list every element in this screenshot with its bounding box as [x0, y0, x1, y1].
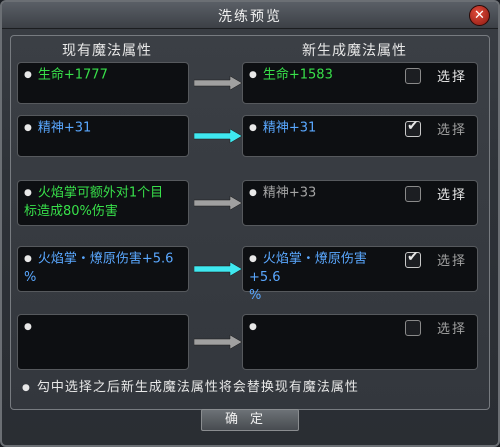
confirm-button[interactable]: 确定	[201, 409, 299, 431]
select-checkbox[interactable]	[405, 186, 421, 202]
arrow-right-icon	[194, 129, 242, 143]
window-title: 洗练预览	[218, 9, 282, 25]
select-checkbox[interactable]: ✔	[405, 118, 421, 137]
close-icon[interactable]: ✕	[469, 5, 490, 26]
current-attribute-text: ● 火焰掌可额外对1个目 标造成80%伤害	[24, 185, 164, 219]
bullet-icon: ●	[24, 123, 32, 133]
checkmark-icon: ✔	[407, 118, 419, 134]
select-label[interactable]: 选择	[437, 250, 467, 269]
current-attributes-header: 现有魔法属性	[62, 43, 152, 59]
new-attribute-text: ● 火焰掌・燎原伤害+5.6 %	[249, 251, 367, 303]
current-attribute-text: ●	[24, 318, 182, 337]
select-label[interactable]: 选择	[437, 119, 467, 138]
current-attribute-box: ● 火焰掌・燎原伤害+5.6 %	[17, 246, 189, 292]
new-attribute-text: ● 生命+1583	[249, 67, 333, 83]
select-checkbox[interactable]	[405, 320, 421, 336]
bullet-icon: ●	[249, 254, 257, 264]
current-attribute-box: ● 火焰掌可额外对1个目 标造成80%伤害	[17, 180, 189, 226]
current-attribute-box: ● 精神+31	[17, 115, 189, 157]
bullet-icon: ●	[24, 70, 32, 80]
select-checkbox[interactable]: ✔	[405, 249, 421, 268]
bullet-icon: ●	[249, 123, 257, 133]
arrow-right-icon	[194, 335, 242, 349]
title-bar[interactable]: 洗练预览 ✕	[2, 2, 498, 29]
bullet-icon: ●	[24, 322, 32, 332]
new-attribute-box: ● 选择	[242, 314, 478, 370]
arrow-right-icon	[194, 76, 242, 90]
new-attributes-header: 新生成魔法属性	[302, 43, 407, 59]
footer-note-text: 勾中选择之后新生成魔法属性将会替换现有魔法属性	[36, 380, 359, 395]
current-attribute-box: ● 生命+1777	[17, 62, 189, 104]
bullet-icon: ●	[24, 188, 32, 198]
bullet-icon: ●	[249, 188, 257, 198]
select-checkbox[interactable]	[405, 68, 421, 84]
current-attribute-box: ●	[17, 314, 189, 370]
new-attribute-box: ● 生命+1583 选择	[242, 62, 478, 104]
current-attribute-text: ● 火焰掌・燎原伤害+5.6 %	[24, 251, 174, 285]
select-label[interactable]: 选择	[437, 66, 467, 85]
bullet-icon: ●	[249, 70, 257, 80]
current-attribute-text: ● 生命+1777	[24, 67, 108, 83]
arrow-right-icon	[194, 196, 242, 210]
new-attribute-text: ●	[249, 318, 397, 337]
bullet-icon: ●	[249, 322, 257, 332]
checkmark-icon: ✔	[407, 249, 419, 265]
bullet-icon: ●	[22, 382, 31, 393]
current-attribute-text: ● 精神+31	[24, 120, 92, 136]
arrow-right-icon	[194, 262, 242, 276]
footer-note: ● 勾中选择之后新生成魔法属性将会替换现有魔法属性	[22, 376, 359, 395]
new-attribute-box: ● 精神+33 选择	[242, 180, 478, 226]
select-label[interactable]: 选择	[437, 318, 467, 337]
refine-preview-window: 洗练预览 ✕ 现有魔法属性 新生成魔法属性 ● 生命+1777 ● 生命+1583 选择…	[0, 0, 500, 447]
new-attribute-box: ● 火焰掌・燎原伤害+5.6 % ✔ 选择	[242, 246, 478, 303]
new-attribute-text: ● 精神+33	[249, 185, 317, 201]
select-label[interactable]: 选择	[437, 184, 467, 203]
new-attribute-text: ● 精神+31	[249, 120, 317, 136]
new-attribute-box: ● 精神+31 ✔ 选择	[242, 115, 478, 157]
bullet-icon: ●	[24, 254, 32, 264]
